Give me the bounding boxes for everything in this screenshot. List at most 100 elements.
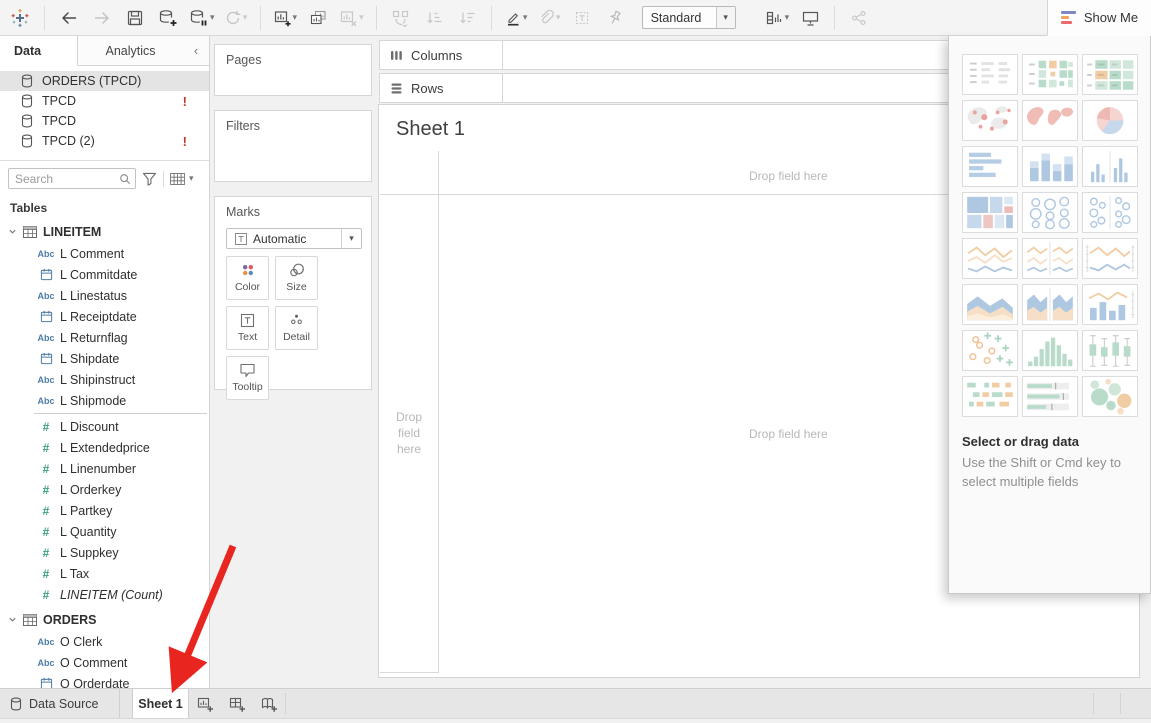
view-options-caret[interactable]: ▾ [189,173,194,184]
mark-type-select[interactable]: Automatic ▾ [226,228,362,249]
sort-ascending-button[interactable] [422,4,446,32]
field-item[interactable]: #L Discount [0,416,209,437]
show-me-symbol-map[interactable] [962,100,1018,141]
show-me-horizontal-bars[interactable] [962,146,1018,187]
show-me-lines-discrete[interactable] [1022,238,1078,279]
save-button[interactable] [123,4,147,32]
new-worksheet-tab-button[interactable] [189,689,221,718]
fit-mode-caret[interactable]: ▾ [716,7,735,28]
field-item[interactable]: AbcO Clerk [0,631,209,652]
duplicate-sheet-button[interactable] [306,4,330,32]
tab-data[interactable]: Data [0,36,78,66]
table-group-header[interactable]: ORDERS [0,608,209,631]
show-me-gantt[interactable] [962,376,1018,417]
show-me-bullet-graph[interactable] [1022,376,1078,417]
field-item[interactable]: O Orderdate [0,673,209,688]
field-item[interactable]: L Shipdate [0,348,209,369]
refresh-data-button[interactable]: ▾ [224,4,248,32]
data-source-item[interactable]: TPCD (2)! [0,131,209,151]
pause-updates-caret[interactable]: ▾ [210,12,215,23]
highlight-caret[interactable]: ▾ [523,12,528,23]
field-item[interactable]: #L Linenumber [0,458,209,479]
color-mark-button[interactable]: Color [226,256,269,300]
field-item[interactable]: #LINEITEM (Count) [0,584,209,605]
field-item[interactable]: AbcL Shipmode [0,390,209,411]
show-me-filled-map[interactable] [1022,100,1078,141]
group-members-button[interactable]: ▾ [537,4,561,32]
new-worksheet-button[interactable]: ▾ [273,4,298,32]
group-members-caret[interactable]: ▾ [556,12,561,23]
data-source-tab[interactable]: Data Source [0,689,120,718]
sheet1-tab[interactable]: Sheet 1 [132,689,189,718]
new-dashboard-tab-button[interactable] [221,689,253,718]
show-me-highlight-table[interactable] [1022,54,1078,95]
undo-button[interactable] [57,4,81,32]
presentation-mode-button[interactable] [798,4,822,32]
drop-field-main[interactable]: Drop field here [749,427,828,441]
field-item[interactable]: #L Extendedprice [0,437,209,458]
field-item[interactable]: #L Suppkey [0,542,209,563]
refresh-caret[interactable]: ▾ [243,12,248,23]
show-me-histogram[interactable] [1022,330,1078,371]
chevron-down-icon[interactable] [8,227,17,236]
new-data-source-button[interactable] [156,4,180,32]
filters-card[interactable]: Filters [214,110,372,182]
sort-descending-button[interactable] [455,4,479,32]
field-item[interactable]: AbcL Comment [0,243,209,264]
collapse-pane-chevron[interactable]: ‹ [183,36,209,65]
show-me-area-continuous[interactable] [962,284,1018,325]
show-me-button[interactable]: Show Me [1047,0,1151,36]
new-story-tab-button[interactable] [253,689,285,718]
data-source-item[interactable]: TPCD [0,111,209,131]
highlight-button[interactable]: ▾ [504,4,528,32]
table-group-header[interactable]: LINEITEM [0,220,209,243]
redo-button[interactable] [90,4,114,32]
text-mark-button[interactable]: Text [226,306,269,350]
show-me-dual-lines[interactable] [1082,238,1138,279]
chevron-down-icon[interactable] [8,615,17,624]
show-me-area-discrete[interactable] [1022,284,1078,325]
pages-card[interactable]: Pages [214,44,372,96]
show-mark-labels-button[interactable] [570,4,594,32]
share-button[interactable] [847,4,871,32]
search-input-box[interactable] [8,168,136,189]
show-me-dual-combination[interactable] [1082,284,1138,325]
tab-analytics[interactable]: Analytics [78,36,183,65]
clear-sheet-caret[interactable]: ▾ [359,12,364,23]
show-me-side-by-side-bars[interactable] [1082,146,1138,187]
data-source-item[interactable]: ORDERS (TPCD) [0,71,209,91]
field-item[interactable]: #L Quantity [0,521,209,542]
show-me-text-table[interactable] [962,54,1018,95]
filter-fields-icon[interactable] [142,172,157,186]
field-item[interactable]: AbcL Shipinstruct [0,369,209,390]
field-item[interactable]: #L Partkey [0,500,209,521]
show-me-heat-map[interactable] [1082,54,1138,95]
size-mark-button[interactable]: Size [275,256,318,300]
show-me-pie-chart[interactable] [1082,100,1138,141]
field-item[interactable]: AbcL Returnflag [0,327,209,348]
swap-rows-columns-button[interactable] [389,4,413,32]
fix-axes-pin-icon[interactable] [603,4,627,32]
show-me-lines-continuous[interactable] [962,238,1018,279]
drop-field-top[interactable]: Drop field here [749,169,828,183]
data-source-item[interactable]: TPCD! [0,91,209,111]
tooltip-mark-button[interactable]: Tooltip [226,356,269,400]
field-item[interactable]: #L Orderkey [0,479,209,500]
show-hide-cards-caret[interactable]: ▾ [785,12,790,23]
show-me-packed-bubbles[interactable] [1082,376,1138,417]
show-me-scatter-plot[interactable] [962,330,1018,371]
show-me-circle-views[interactable] [1022,192,1078,233]
fit-mode-select[interactable]: Standard ▾ [642,6,736,29]
pause-auto-updates-button[interactable]: ▾ [189,4,215,32]
search-input[interactable] [9,172,119,186]
view-options-icon[interactable]: ▾ [170,173,194,185]
mark-type-caret[interactable]: ▾ [341,229,361,248]
field-item[interactable]: #L Tax [0,563,209,584]
field-item[interactable]: AbcL Linestatus [0,285,209,306]
show-me-stacked-bars[interactable] [1022,146,1078,187]
show-me-side-by-side-circles[interactable] [1082,192,1138,233]
field-item[interactable]: L Receiptdate [0,306,209,327]
show-hide-cards-button[interactable]: ▾ [765,4,790,32]
detail-mark-button[interactable]: Detail [275,306,318,350]
field-item[interactable]: L Commitdate [0,264,209,285]
